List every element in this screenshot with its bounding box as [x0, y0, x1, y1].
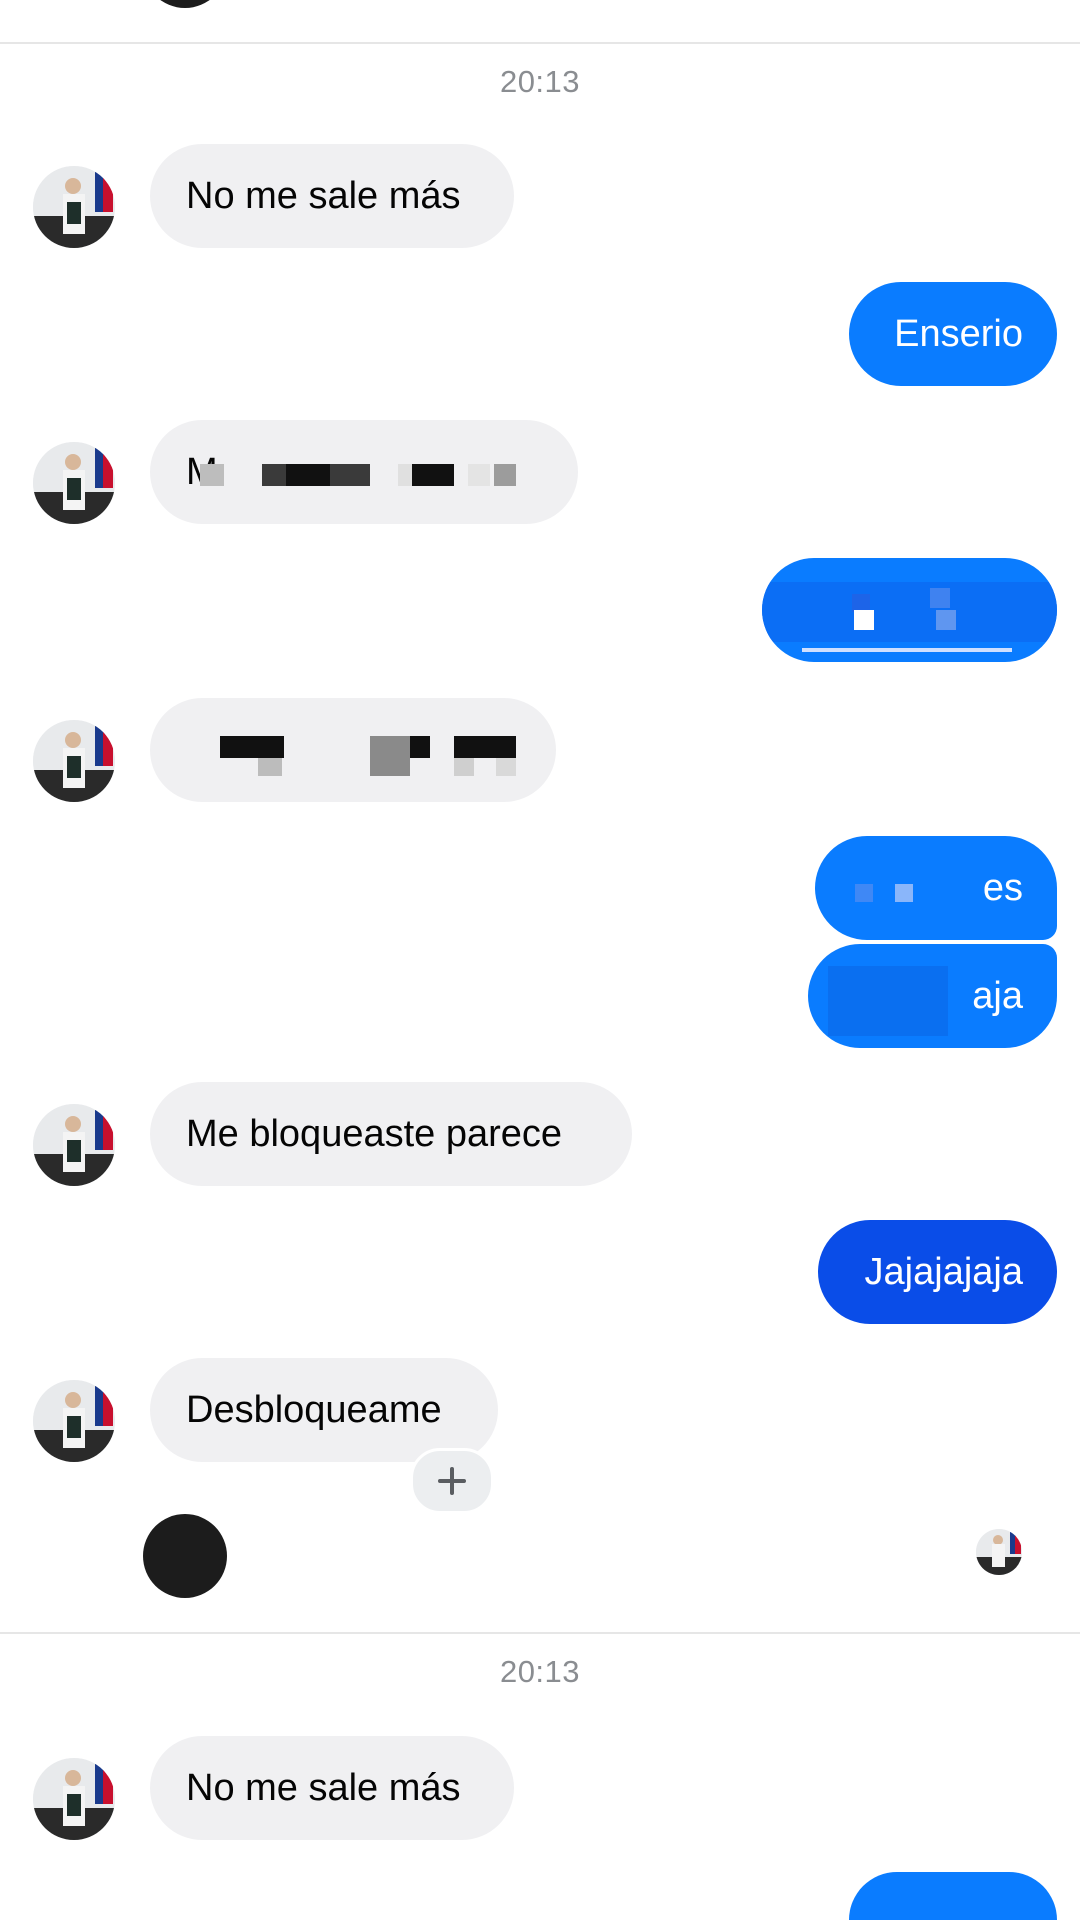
message-text: es: [982, 867, 1023, 909]
redaction-block: [936, 610, 956, 630]
redaction-block: [762, 582, 1057, 642]
timestamp: 20:13: [499, 64, 581, 99]
redaction-block: [454, 736, 516, 758]
incoming-message[interactable]: Me bloqueaste parece: [150, 1082, 632, 1186]
outgoing-message-redacted[interactable]: es: [815, 836, 1057, 940]
redaction-block: [454, 758, 474, 776]
outgoing-message-redacted[interactable]: aja: [808, 944, 1057, 1048]
message-text: aja: [972, 975, 1023, 1017]
redaction-block: [220, 736, 284, 758]
section-divider: [0, 1632, 1080, 1634]
outgoing-message[interactable]: Enserio: [849, 282, 1057, 386]
previous-avatar-fragment: [143, 0, 227, 8]
redaction-block: [412, 464, 454, 486]
incoming-message-redacted[interactable]: M: [150, 420, 578, 524]
incoming-message[interactable]: No me sale más: [150, 1736, 514, 1840]
timestamp: 20:13: [499, 1654, 581, 1689]
redaction-block: [286, 464, 330, 486]
redaction-block: [496, 758, 516, 776]
incoming-message[interactable]: Desbloqueame: [150, 1358, 498, 1462]
section-divider: [0, 42, 1080, 44]
incoming-message[interactable]: No me sale más: [150, 144, 514, 248]
redaction-block: [258, 758, 282, 776]
chat-screen: 20:13 No me sale más Enserio M: [0, 0, 1080, 1920]
redaction-block: [494, 464, 516, 486]
contact-avatar[interactable]: [33, 720, 115, 802]
redaction-block: [855, 884, 873, 902]
redaction-block: [468, 464, 490, 486]
seen-avatar: [976, 1529, 1022, 1575]
contact-avatar[interactable]: [33, 1380, 115, 1462]
redaction-block: [828, 966, 948, 1036]
redaction-block: [370, 736, 410, 776]
outgoing-message-redacted[interactable]: [762, 558, 1057, 662]
redaction-block: [398, 464, 412, 486]
redaction-block: [854, 610, 874, 630]
contact-avatar[interactable]: [33, 166, 115, 248]
incoming-message-redacted[interactable]: [150, 698, 556, 802]
outgoing-message-cut-off[interactable]: [849, 1872, 1057, 1920]
outgoing-message[interactable]: Jajajajaja: [818, 1220, 1057, 1324]
previous-avatar-fragment: [143, 1514, 227, 1598]
redaction-block: [895, 884, 913, 902]
contact-avatar[interactable]: [33, 1104, 115, 1186]
redaction-block: [200, 464, 224, 486]
redaction-block: [930, 588, 950, 608]
plus-icon: [438, 1467, 466, 1495]
contact-avatar[interactable]: [33, 442, 115, 524]
redaction-block: [410, 736, 430, 758]
contact-avatar[interactable]: [33, 1758, 115, 1840]
redaction-block: [802, 648, 1012, 652]
add-reaction-button[interactable]: [410, 1448, 494, 1514]
